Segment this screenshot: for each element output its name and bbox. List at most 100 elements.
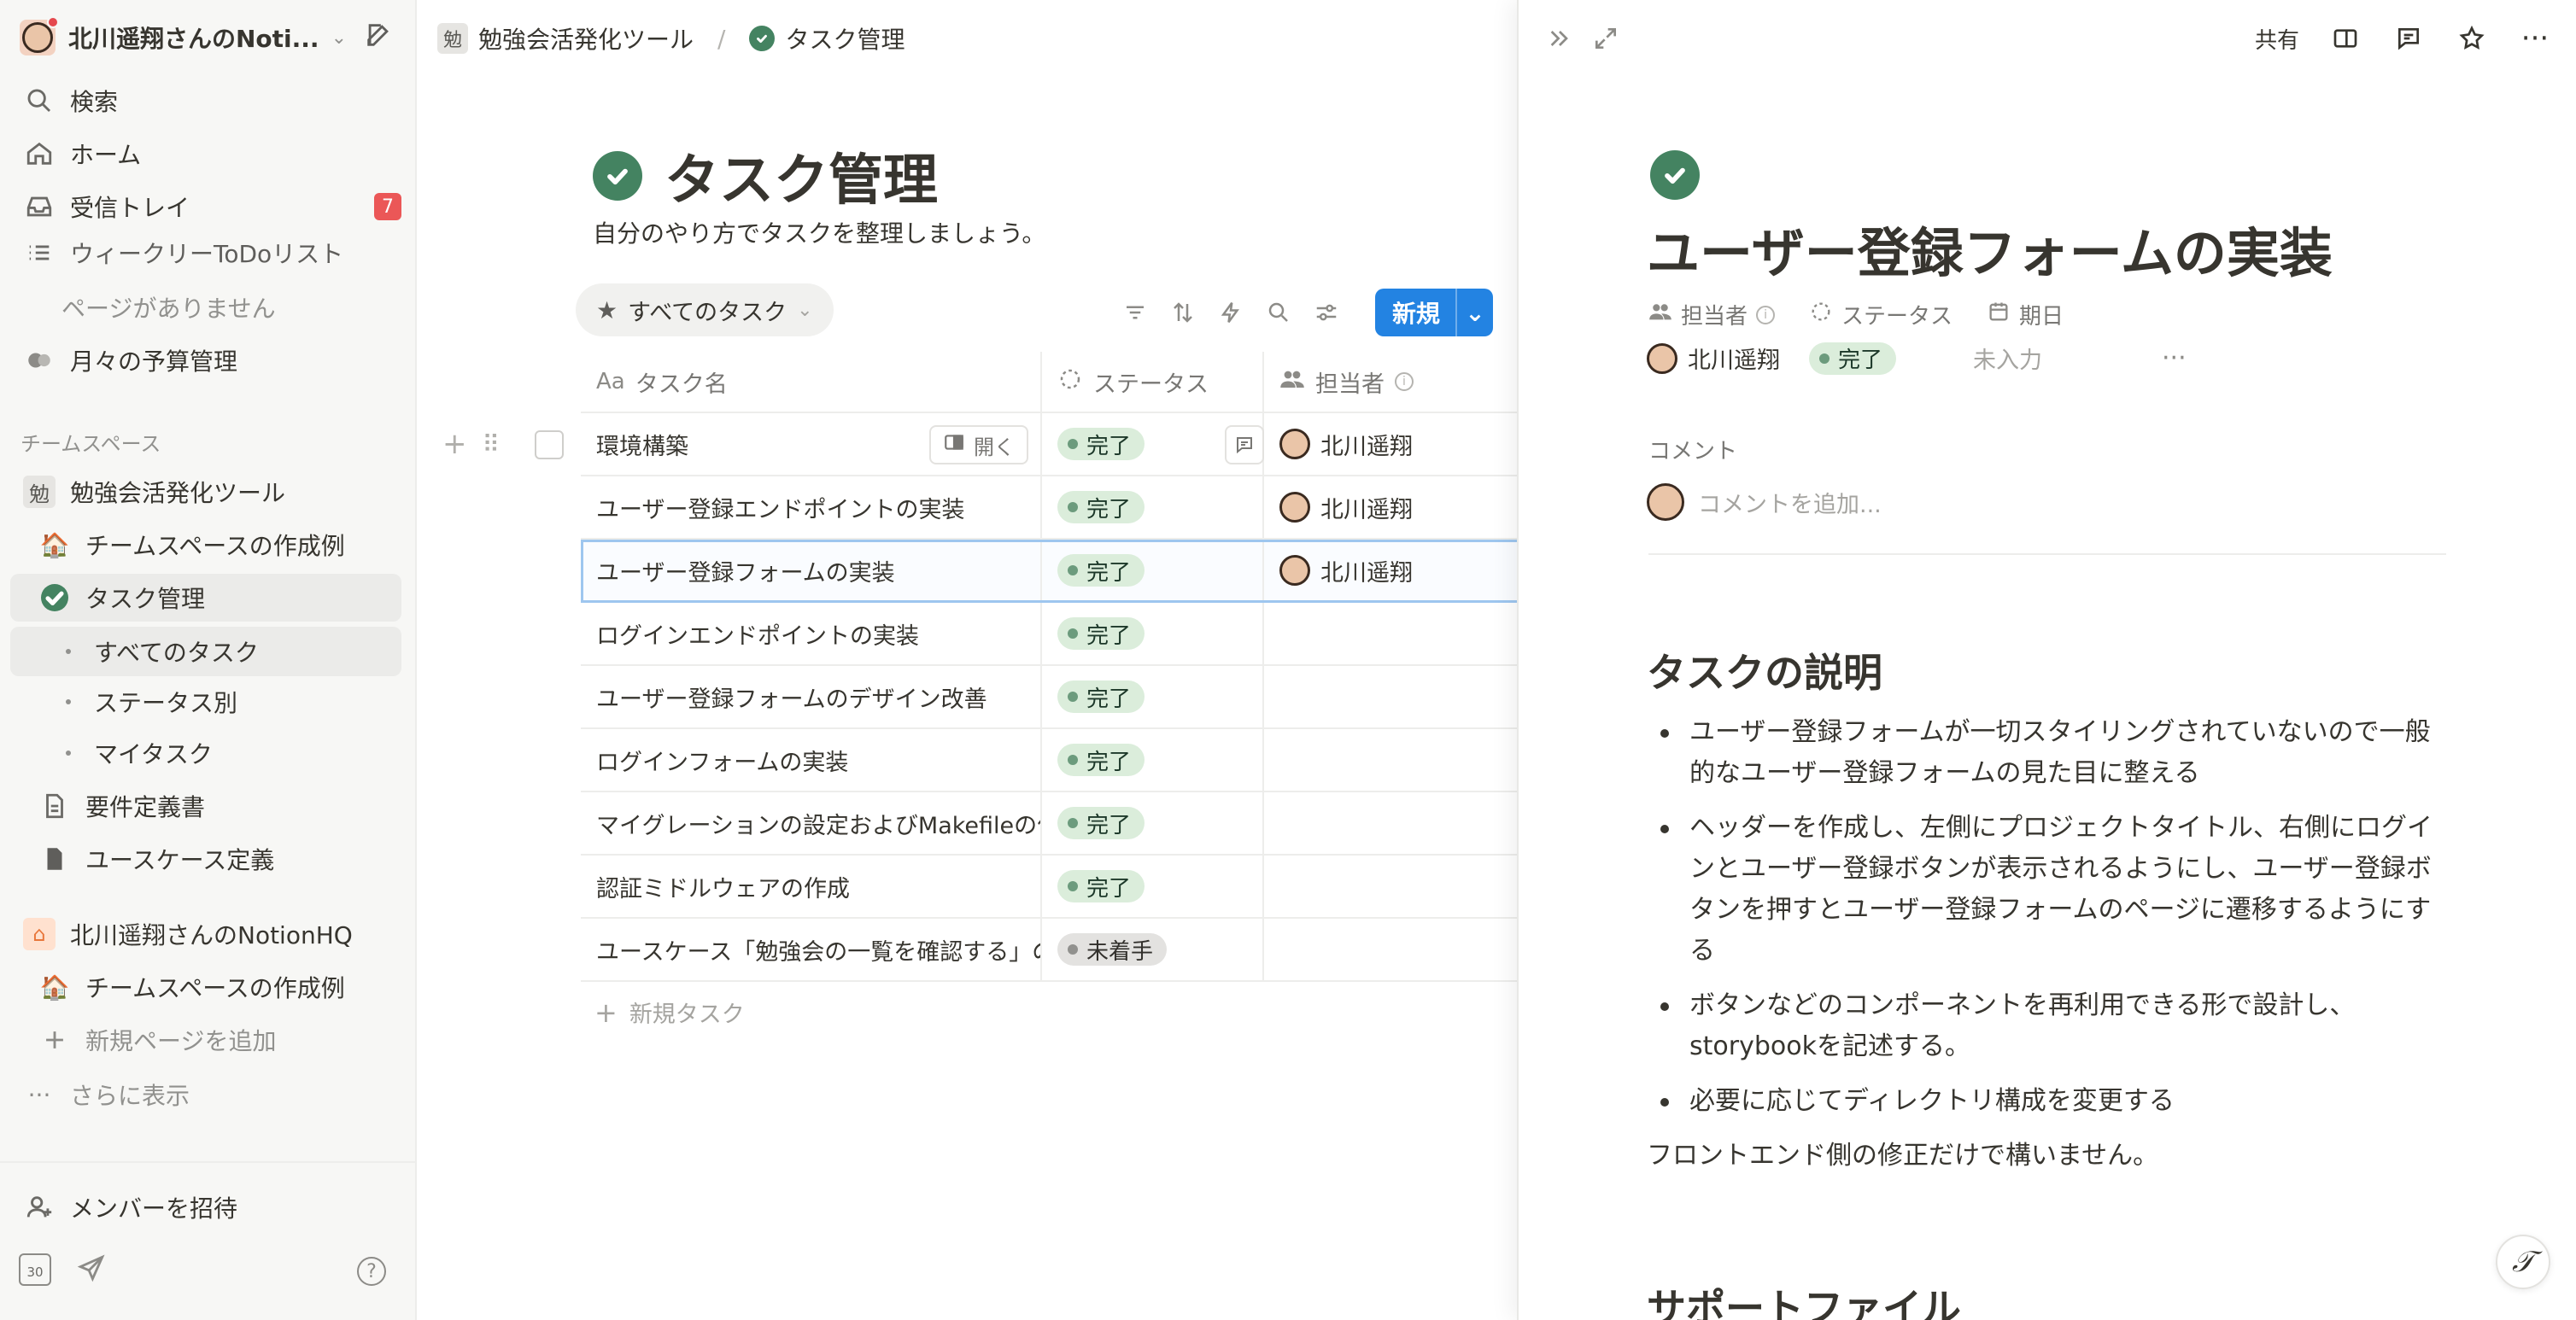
help-icon[interactable]: ?	[357, 1257, 386, 1286]
share-button[interactable]: 共有	[2255, 23, 2299, 55]
status-badge[interactable]: 完了	[1809, 342, 1897, 375]
sidebar-item-hq-example[interactable]: 🏠 チームスペースの作成例	[10, 963, 401, 1011]
sidebar-item-weekly-todo[interactable]: ウィークリーToDoリスト	[10, 231, 401, 275]
breadcrumb-teamspace[interactable]: 勉 勉強会活発化ツール	[437, 21, 694, 55]
status-badge[interactable]: 完了	[1057, 744, 1145, 776]
automation-icon[interactable]	[1216, 298, 1245, 327]
assignee[interactable]: 北川遥翔	[1279, 554, 1413, 587]
task-name[interactable]: ログインフォームの実装	[596, 744, 848, 777]
table-row[interactable]: ログインフォームの実装 完了	[581, 729, 1517, 792]
view-tab-all-tasks[interactable]: ★ すべてのタスク ⌄	[576, 283, 834, 336]
assignee-value[interactable]: 北川遥翔	[1647, 342, 1780, 375]
status-badge[interactable]: 完了	[1057, 554, 1145, 587]
ai-assistant-icon[interactable]: 𝒯	[2496, 1235, 2550, 1289]
table-row[interactable]: ユースケース「勉強会の一覧を確認する」の 未着手	[581, 919, 1517, 982]
add-row-icon[interactable]: +	[442, 427, 467, 461]
new-task-button[interactable]: + 新規タスク	[594, 996, 745, 1029]
status-badge[interactable]: 完了	[1057, 617, 1145, 650]
column-header-assignee[interactable]: 担当者 i	[1264, 352, 1517, 412]
star-icon[interactable]	[2455, 21, 2489, 55]
sidebar-item-requirements[interactable]: 要件定義書	[10, 782, 401, 830]
status-badge[interactable]: 完了	[1057, 807, 1145, 839]
table-row[interactable]: ユーザー登録エンドポイントの実装 完了 北川遥翔	[581, 476, 1517, 540]
task-name[interactable]: ユーザー登録エンドポイントの実装	[596, 491, 964, 524]
invite-members-button[interactable]: メンバーを招待	[10, 1183, 401, 1231]
task-name[interactable]: 環境構築	[596, 428, 688, 461]
page-check-icon[interactable]	[593, 151, 642, 201]
table-row[interactable]: 環境構築 完了 北川遥翔 開く	[581, 413, 1517, 476]
sidebar-item-task-management[interactable]: タスク管理	[10, 574, 401, 622]
sidebar-item-usecase[interactable]: ユースケース定義	[10, 835, 401, 883]
status-badge[interactable]: 未着手	[1057, 933, 1168, 966]
task-name[interactable]: ユースケース「勉強会の一覧を確認する」の	[596, 933, 1040, 967]
row-checkbox[interactable]	[535, 430, 564, 459]
assignee-empty[interactable]	[1264, 792, 1517, 854]
status-badge[interactable]: 完了	[1057, 428, 1145, 460]
task-name[interactable]: ログインエンドポイントの実装	[596, 617, 919, 651]
workspace-switcher[interactable]: 北川遥翔さんのNoti... ⌄	[10, 14, 401, 61]
calendar-icon[interactable]: 30	[19, 1253, 51, 1286]
task-table: Aa タスク名 ステータス 担当者 i 環境構築 完了 北川遥翔 開く ユーザー…	[581, 352, 1517, 982]
open-page-button[interactable]: 開く	[929, 425, 1028, 464]
task-name[interactable]: 認証ミドルウェアの作成	[596, 870, 850, 903]
table-row[interactable]: マイグレーションの設定およびMakefileの作 完了	[581, 792, 1517, 856]
property-assignee[interactable]: 担当者 i	[1648, 299, 1776, 330]
property-status[interactable]: ステータス	[1809, 299, 1952, 330]
column-header-status[interactable]: ステータス	[1042, 352, 1264, 412]
due-empty[interactable]: 未入力	[1973, 342, 2042, 375]
assignee[interactable]: 北川遥翔	[1279, 491, 1413, 524]
drag-handle-icon[interactable]: ⠿	[483, 430, 500, 458]
close-panel-icon[interactable]	[1543, 21, 1577, 55]
expand-icon[interactable]	[1589, 21, 1623, 55]
table-row[interactable]: ユーザー登録フォームのデザイン改善 完了	[581, 666, 1517, 729]
column-header-task-name[interactable]: Aa タスク名	[581, 352, 1042, 412]
page-check-icon[interactable]	[1650, 150, 1700, 200]
sidebar-item-my-tasks[interactable]: マイタスク	[10, 729, 401, 777]
panel-page-title[interactable]: ユーザー登録フォームの実装	[1647, 210, 2333, 287]
sidebar-item-inbox[interactable]: 受信トレイ 7	[10, 183, 401, 231]
table-row[interactable]: 認証ミドルウェアの作成 完了	[581, 856, 1517, 919]
sidebar-item-team-example[interactable]: 🏠 チームスペースの作成例	[10, 521, 401, 569]
sidebar-item-all-tasks[interactable]: すべてのタスク	[10, 627, 401, 676]
new-button[interactable]: 新規 ⌄	[1374, 289, 1493, 336]
breadcrumb-page[interactable]: タスク管理	[749, 21, 905, 55]
task-name[interactable]: マイグレーションの設定およびMakefileの作	[596, 807, 1040, 840]
sidebar-item-label: 受信トレイ	[70, 194, 190, 222]
more-icon[interactable]: ···	[2518, 21, 2552, 55]
sidebar-item-notionhq[interactable]: ⌂ 北川遥翔さんのNotionHQ	[10, 910, 401, 958]
new-page-icon[interactable]	[364, 20, 393, 55]
assignee-empty[interactable]	[1264, 666, 1517, 727]
send-icon[interactable]	[77, 1253, 106, 1286]
assignee-empty[interactable]	[1264, 729, 1517, 791]
comment-input[interactable]: コメントを追加...	[1647, 483, 1882, 521]
more-properties-icon[interactable]: ···	[2162, 343, 2187, 373]
sidebar-item-add-page[interactable]: 新規ページを追加	[10, 1016, 401, 1064]
sort-icon[interactable]	[1168, 298, 1197, 327]
chevron-down-icon[interactable]: ⌄	[331, 27, 347, 49]
status-badge[interactable]: 完了	[1057, 491, 1145, 523]
settings-sliders-icon[interactable]	[1312, 298, 1341, 327]
assignee-empty[interactable]	[1264, 919, 1517, 980]
sidebar-item-by-status[interactable]: ステータス別	[10, 678, 401, 726]
sidebar-item-teamspace[interactable]: 勉 勉強会活発化ツール	[10, 468, 401, 516]
filter-icon[interactable]	[1121, 298, 1150, 327]
sidebar-item-search[interactable]: 検索	[10, 77, 401, 125]
sidebar-item-more[interactable]: ··· さらに表示	[10, 1071, 401, 1118]
status-badge[interactable]: 完了	[1057, 680, 1145, 713]
property-due[interactable]: 期日	[1987, 299, 2064, 330]
layout-icon[interactable]	[2328, 21, 2362, 55]
task-name[interactable]: ユーザー登録フォームのデザイン改善	[596, 680, 987, 714]
search-icon[interactable]	[1264, 298, 1293, 327]
sidebar-item-budget[interactable]: 月々の予算管理	[10, 336, 401, 384]
sidebar-item-home[interactable]: ホーム	[10, 130, 401, 178]
assignee-empty[interactable]	[1264, 856, 1517, 917]
table-row[interactable]: ログインエンドポイントの実装 完了	[581, 603, 1517, 666]
chevron-down-icon[interactable]: ⌄	[1455, 289, 1493, 336]
assignee-empty[interactable]	[1264, 603, 1517, 664]
task-name[interactable]: ユーザー登録フォームの実装	[596, 554, 895, 587]
status-badge[interactable]: 完了	[1057, 870, 1145, 902]
comment-icon[interactable]	[2392, 21, 2426, 55]
table-row-selected[interactable]: ユーザー登録フォームの実装 完了 北川遥翔	[581, 540, 1517, 603]
comment-icon[interactable]	[1225, 425, 1264, 464]
assignee[interactable]: 北川遥翔	[1279, 428, 1413, 461]
